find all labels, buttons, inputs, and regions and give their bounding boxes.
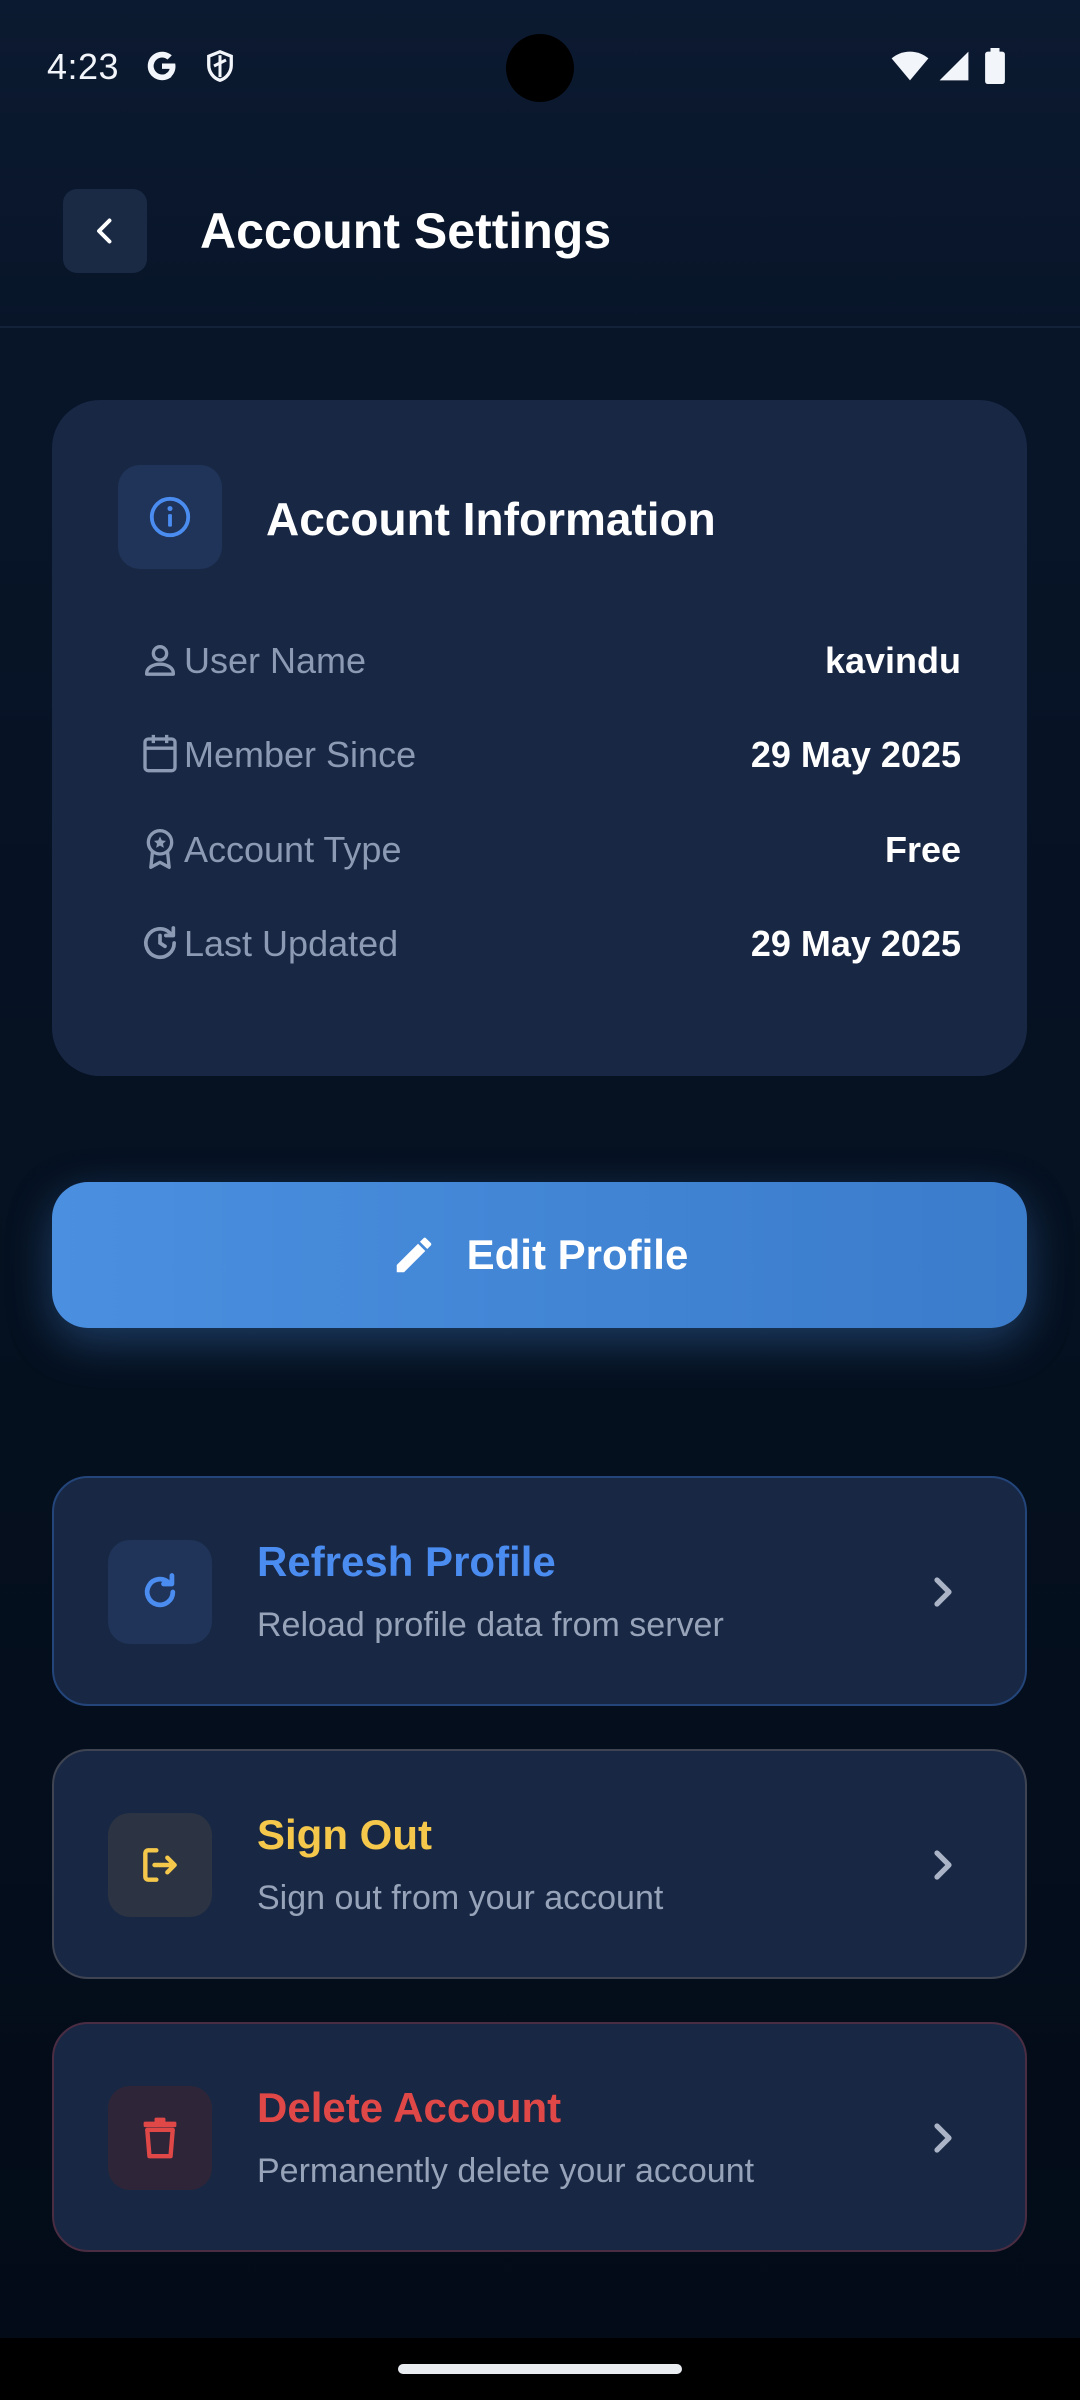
camera-cutout xyxy=(506,34,574,102)
member-since-value: 29 May 2025 xyxy=(750,734,961,775)
wifi-icon xyxy=(890,50,930,87)
sign-out-subtitle: Sign out from your account xyxy=(257,1879,664,1917)
history-icon xyxy=(138,913,182,973)
info-row-last-updated: Last Updated 29 May 2025 xyxy=(118,913,961,973)
logout-icon xyxy=(138,1843,182,1887)
refresh-icon-box xyxy=(108,1540,212,1644)
page-title: Account Settings xyxy=(200,203,612,259)
chevron-right-icon xyxy=(925,1568,961,1616)
info-row-user-name: User Name kavindu xyxy=(118,630,961,690)
trash-icon xyxy=(140,2116,180,2160)
sign-out-title: Sign Out xyxy=(257,1811,432,1858)
refresh-profile-title: Refresh Profile xyxy=(257,1538,556,1585)
user-name-value: kavindu xyxy=(824,640,961,681)
edit-profile-label: Edit Profile xyxy=(466,1231,689,1278)
chevron-right-icon xyxy=(925,2114,961,2162)
status-bar: 4:23 xyxy=(0,0,1080,136)
info-icon xyxy=(147,494,193,540)
app-header: Account Settings xyxy=(0,136,1080,328)
account-info-card: Account Information User Name kavindu Me… xyxy=(52,400,1027,1076)
battery-icon xyxy=(984,48,1006,89)
trash-icon-box xyxy=(108,2086,212,2190)
info-row-label: Account Type xyxy=(184,829,402,870)
chevron-right-icon xyxy=(925,1841,961,1889)
info-row-label: Last Updated xyxy=(184,923,399,964)
logout-icon-box xyxy=(108,1813,212,1917)
google-icon xyxy=(144,48,180,89)
delete-account-subtitle: Permanently delete your account xyxy=(257,2152,755,2190)
edit-profile-button[interactable]: Edit Profile xyxy=(52,1182,1027,1328)
delete-account-card[interactable]: Delete Account Permanently delete your a… xyxy=(52,2022,1027,2252)
back-button[interactable] xyxy=(63,189,147,273)
calendar-icon xyxy=(138,724,182,784)
signal-icon xyxy=(938,50,970,87)
status-time: 4:23 xyxy=(47,46,120,87)
info-row-member-since: Member Since 29 May 2025 xyxy=(118,724,961,784)
info-row-label: Member Since xyxy=(184,734,417,775)
info-row-label: User Name xyxy=(184,640,367,681)
refresh-icon xyxy=(138,1570,182,1614)
person-icon xyxy=(138,630,182,690)
refresh-profile-card[interactable]: Refresh Profile Reload profile data from… xyxy=(52,1476,1027,1706)
chevron-left-icon xyxy=(87,213,123,249)
award-icon xyxy=(138,819,182,879)
shield-icon xyxy=(202,48,238,89)
account-type-value: Free xyxy=(884,829,961,870)
info-row-account-type: Account Type Free xyxy=(118,819,961,879)
sign-out-card[interactable]: Sign Out Sign out from your account xyxy=(52,1749,1027,1979)
account-settings-screen: 4:23 Account Settings Account Informatio… xyxy=(0,0,1080,2400)
last-updated-value: 29 May 2025 xyxy=(750,923,961,964)
info-badge xyxy=(118,465,222,569)
account-info-title: Account Information xyxy=(266,493,716,545)
refresh-profile-subtitle: Reload profile data from server xyxy=(257,1606,724,1644)
home-gesture-handle[interactable] xyxy=(398,2364,682,2374)
pencil-icon xyxy=(391,1232,437,1278)
delete-account-title: Delete Account xyxy=(257,2084,562,2131)
